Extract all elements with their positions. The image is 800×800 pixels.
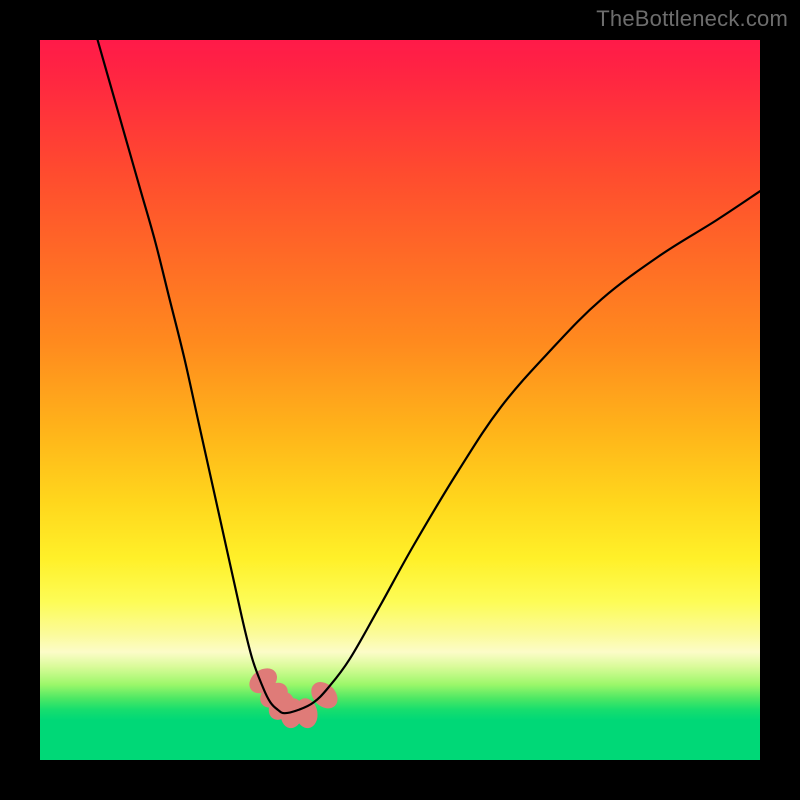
curve-layer (40, 40, 760, 760)
chart-frame: TheBottleneck.com (0, 0, 800, 800)
plot-area (40, 40, 760, 760)
watermark-text: TheBottleneck.com (596, 6, 788, 32)
marker-group (245, 663, 343, 730)
bottleneck-curve (98, 40, 760, 713)
